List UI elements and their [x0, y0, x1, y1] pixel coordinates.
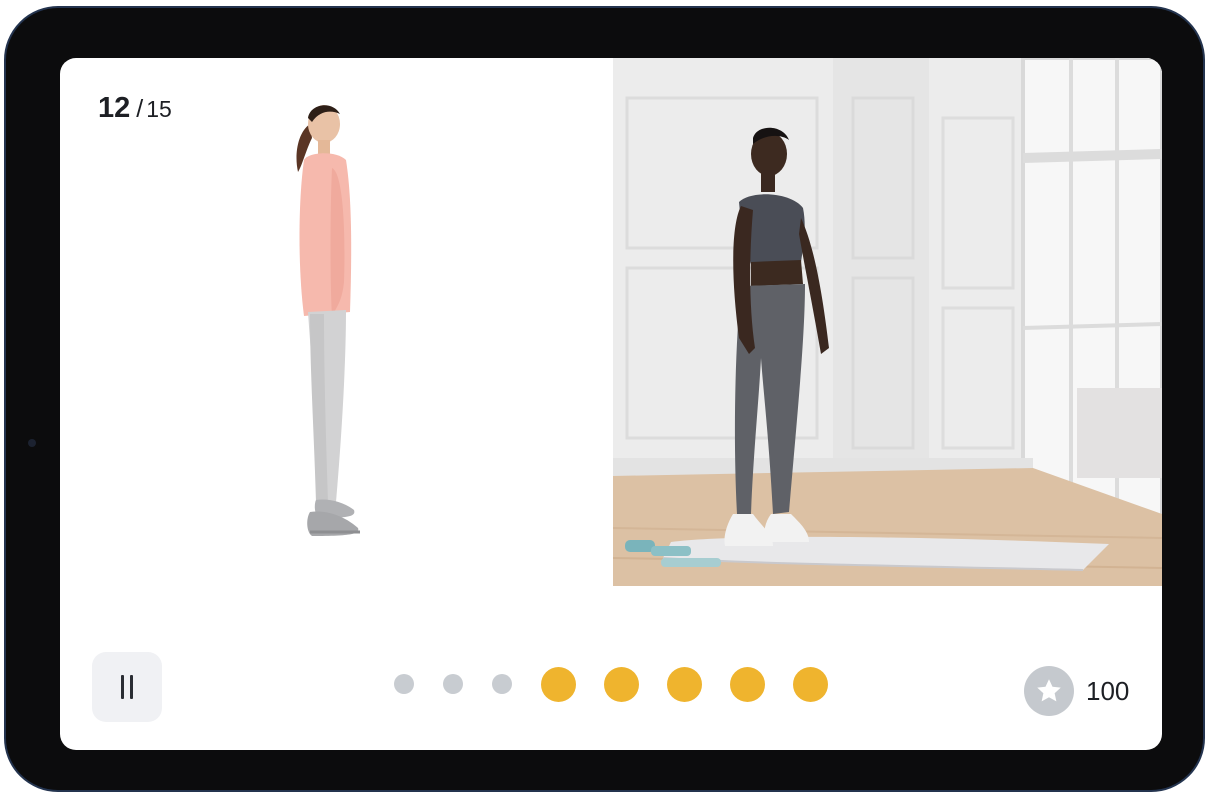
- progress-dot-completed: [730, 666, 765, 702]
- total-exercises-number: 15: [146, 96, 172, 122]
- pause-button[interactable]: [92, 652, 162, 722]
- trainer-standing-scene: [613, 58, 1162, 586]
- progress-dot-completed: [793, 666, 828, 702]
- current-exercise-number: 12: [98, 92, 131, 124]
- workout-screen: 12/15 100: [60, 58, 1162, 750]
- progress-dot-pending: [492, 674, 512, 694]
- tablet-frame: 12/15 100: [4, 6, 1205, 792]
- score-display: 100: [1024, 665, 1129, 717]
- trainer-video-frame: [613, 58, 1162, 586]
- counter-separator: /: [136, 95, 144, 123]
- exercise-counter: 12/15: [98, 92, 172, 125]
- front-camera: [28, 439, 36, 447]
- progress-dot-completed: [541, 666, 576, 702]
- standing-woman-illustration: [296, 105, 360, 536]
- progress-dot-pending: [443, 674, 463, 694]
- score-value: 100: [1086, 675, 1130, 706]
- progress-dot-completed: [604, 666, 639, 702]
- progress-dot-pending: [394, 674, 414, 694]
- progress-dot-completed: [667, 666, 702, 702]
- pause-icon: [118, 675, 136, 699]
- exercise-demo-figure: [280, 102, 390, 548]
- exercise-progress-indicator: [394, 664, 828, 704]
- star-icon: [1024, 666, 1074, 716]
